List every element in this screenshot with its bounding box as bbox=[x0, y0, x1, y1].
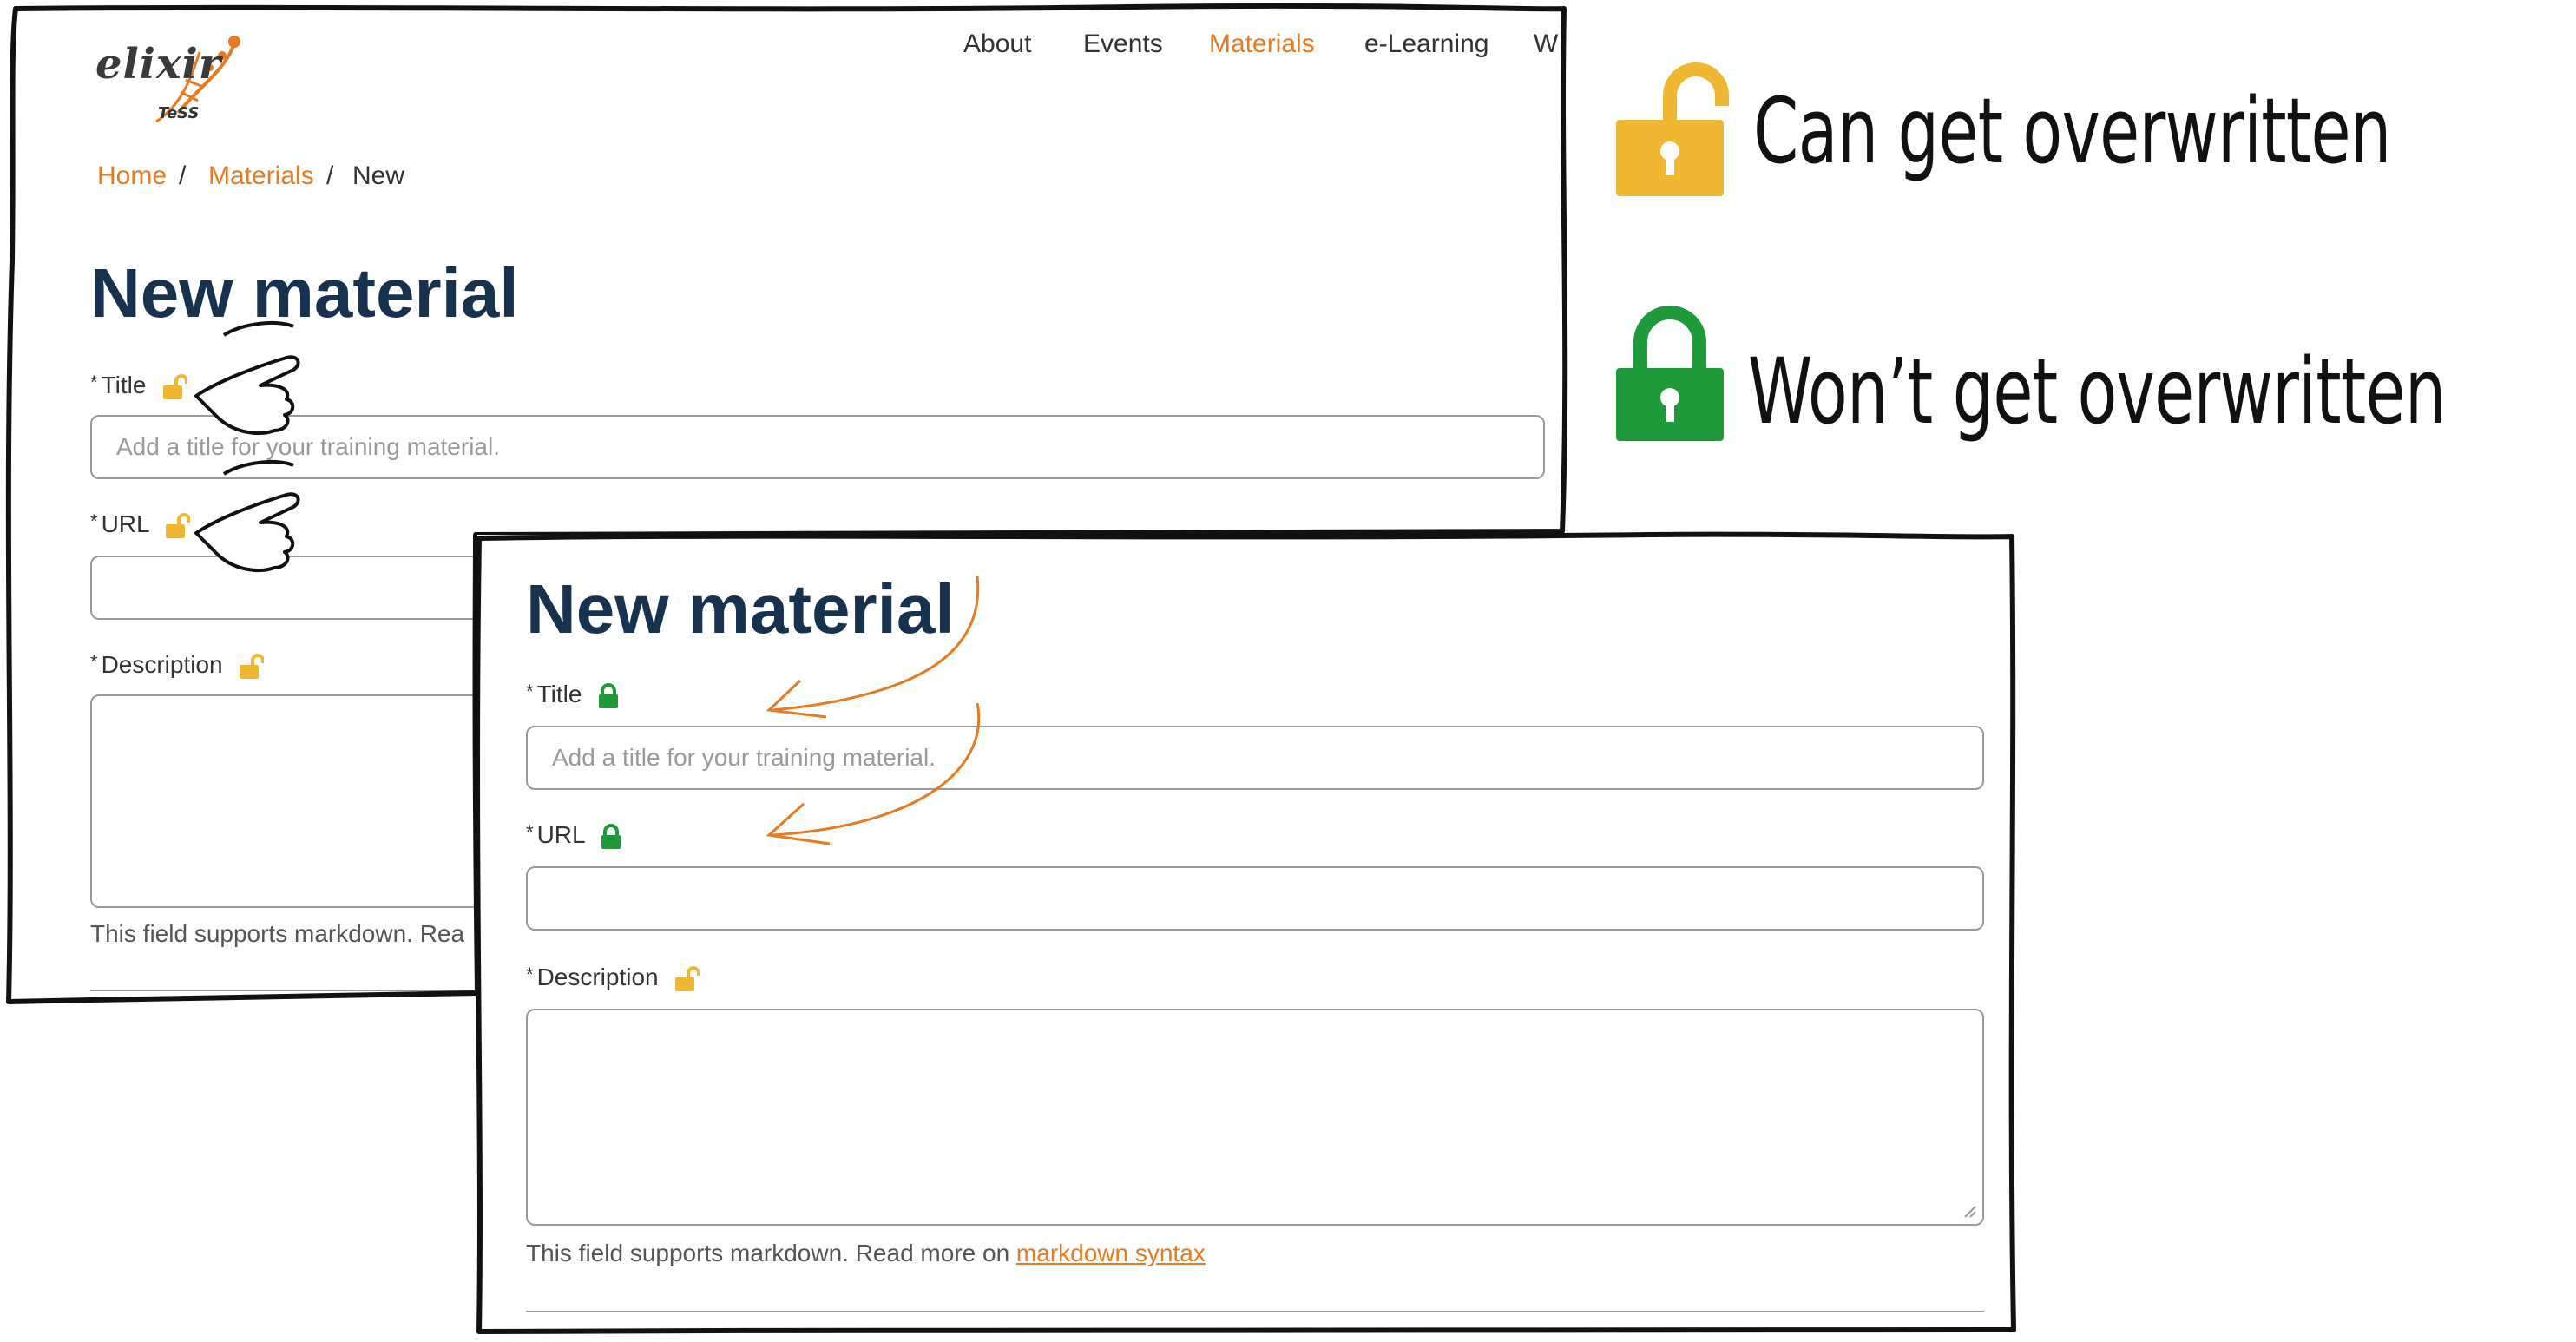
front-description-field-label: * Description bbox=[526, 964, 700, 992]
logo-wordmark: elixir bbox=[95, 40, 222, 89]
front-title-input[interactable]: Add a title for your training material. bbox=[526, 726, 1984, 790]
breadcrumb-current: New bbox=[352, 161, 405, 190]
elixir-tess-logo[interactable]: elixir TeSS bbox=[95, 17, 252, 130]
lock-closed-icon[interactable] bbox=[600, 823, 622, 850]
url-field-label: * URL bbox=[90, 510, 191, 539]
nav-elearning[interactable]: e-Learning bbox=[1364, 30, 1488, 59]
legend-closed-text: Won’t get overwritten bbox=[1748, 339, 2446, 444]
lock-closed-icon[interactable] bbox=[597, 682, 620, 709]
help-prefix: This field supports markdown. Read more … bbox=[526, 1240, 1016, 1266]
page-title: New material bbox=[90, 254, 519, 332]
front-form-divider bbox=[526, 1311, 1984, 1312]
title-field-label: * Title bbox=[90, 372, 188, 400]
front-page-title: New material bbox=[526, 570, 955, 648]
title-label-text: Title bbox=[101, 372, 147, 398]
required-marker: * bbox=[526, 821, 534, 843]
url-label-text: URL bbox=[101, 510, 149, 537]
breadcrumb-separator: / bbox=[179, 161, 187, 190]
front-url-field-label: * URL bbox=[526, 821, 622, 850]
nav-materials[interactable]: Materials bbox=[1209, 30, 1315, 59]
front-title-field-label: * Title bbox=[526, 681, 620, 709]
front-url-label-text: URL bbox=[536, 821, 585, 848]
description-label-text: Description bbox=[101, 651, 223, 678]
description-field-label: * Description bbox=[90, 651, 265, 680]
title-input-placeholder: Add a title for your training material. bbox=[116, 433, 500, 460]
front-title-label-text: Title bbox=[536, 681, 582, 707]
front-description-textarea[interactable] bbox=[526, 1009, 1984, 1226]
breadcrumb-home[interactable]: Home bbox=[97, 161, 167, 191]
lock-open-icon bbox=[1616, 62, 1729, 196]
lock-open-icon[interactable] bbox=[238, 653, 265, 680]
required-marker: * bbox=[90, 510, 98, 532]
front-url-input[interactable] bbox=[526, 866, 1984, 931]
front-markdown-help-text: This field supports markdown. Read more … bbox=[526, 1240, 1206, 1267]
markdown-syntax-link[interactable]: markdown syntax bbox=[1016, 1240, 1206, 1266]
lock-open-icon[interactable] bbox=[161, 373, 188, 400]
required-marker: * bbox=[526, 964, 534, 985]
lock-open-icon[interactable] bbox=[674, 965, 700, 992]
required-marker: * bbox=[526, 681, 534, 702]
required-marker: * bbox=[90, 651, 98, 673]
nav-more-truncated[interactable]: W bbox=[1534, 30, 1558, 59]
lock-open-icon[interactable] bbox=[164, 512, 191, 539]
logo-subtitle: TeSS bbox=[158, 104, 200, 122]
nav-about[interactable]: About bbox=[963, 30, 1031, 59]
front-title-input-placeholder: Add a title for your training material. bbox=[552, 744, 936, 771]
breadcrumb-separator: / bbox=[326, 161, 334, 190]
front-description-label-text: Description bbox=[536, 964, 659, 990]
legend-open-text: Can get overwritten bbox=[1753, 78, 2391, 184]
markdown-help-text: This field supports markdown. Rea bbox=[90, 920, 465, 947]
resize-handle-icon[interactable] bbox=[1962, 1203, 1977, 1219]
front-screenshot: New material * Title Add a title for your… bbox=[477, 535, 2007, 1342]
breadcrumb-materials[interactable]: Materials bbox=[208, 161, 314, 191]
required-marker: * bbox=[90, 372, 98, 393]
lock-closed-icon bbox=[1616, 306, 1724, 441]
title-input[interactable]: Add a title for your training material. bbox=[90, 415, 1545, 479]
nav-events[interactable]: Events bbox=[1083, 30, 1163, 59]
